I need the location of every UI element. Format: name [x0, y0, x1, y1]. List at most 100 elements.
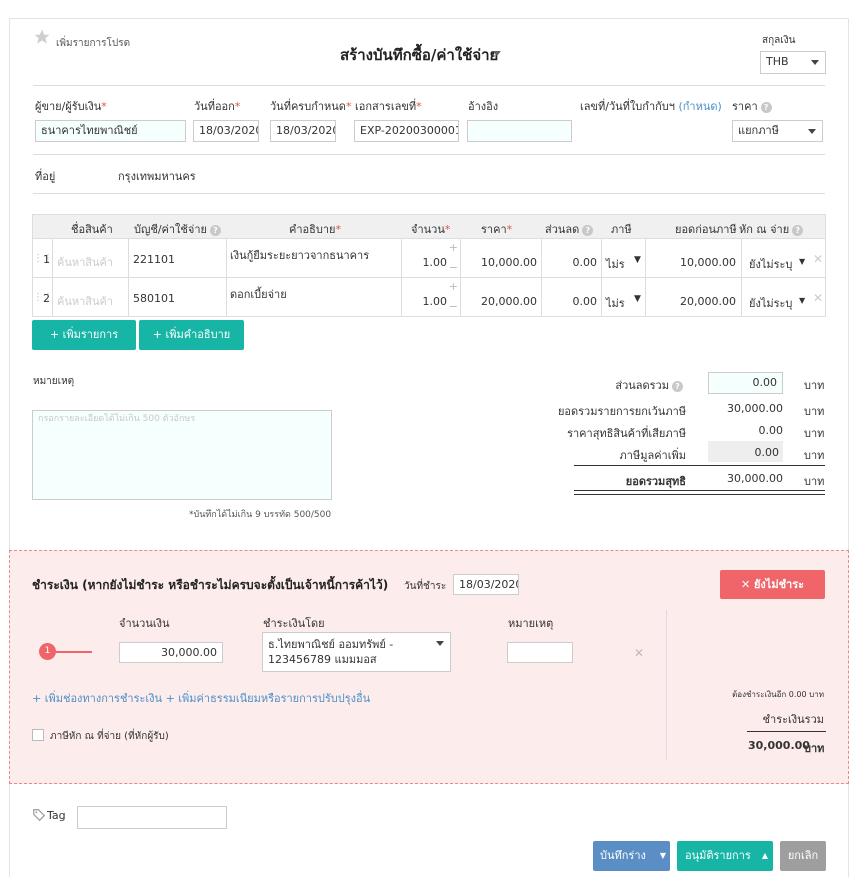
- save-draft-button[interactable]: บันทึกร่าง ▼: [593, 841, 670, 871]
- description-cell[interactable]: เงินกู้ยืมระยะยาวจากธนาคาร: [226, 239, 401, 277]
- payment-divider-vertical: [666, 610, 667, 760]
- vat-value: 0.00: [754, 446, 780, 459]
- add-payment-links[interactable]: + เพิ่มช่องทางการชำระเงิน + เพิ่มค่าธรรม…: [32, 689, 370, 707]
- close-icon: ✕: [740, 578, 754, 591]
- approve-button[interactable]: อนุมัติรายการ ▲: [677, 841, 773, 871]
- account-cell[interactable]: 580101: [128, 278, 226, 316]
- due-date-input[interactable]: 18/03/2020: [270, 120, 336, 142]
- excl-tax-value: 30,000.00: [727, 402, 783, 415]
- page-title: สร้างบันทึกซื้อ/ค่าใช้จ่าย: [340, 46, 499, 64]
- divider: [33, 193, 825, 194]
- currency-value: THB: [766, 55, 789, 68]
- payment-method-select[interactable]: ธ.ไทยพาณิชย์ ออมทรัพย์ - 123456789 แมมมอ…: [262, 632, 451, 672]
- help-icon: ?: [209, 225, 221, 236]
- remove-payment-icon[interactable]: ✕: [634, 646, 644, 660]
- price-cell[interactable]: 10,000.00: [460, 239, 541, 277]
- issue-date-input[interactable]: 18/03/2020: [193, 120, 259, 142]
- price-select[interactable]: แยกภาษี: [732, 120, 823, 142]
- method-line-2: 123456789 แมมมอส: [268, 653, 377, 666]
- net-total-label: ยอดรวมสุทธิ: [625, 475, 686, 488]
- remove-row-icon[interactable]: ✕: [813, 291, 823, 305]
- notes-textarea[interactable]: กรอกรายละเอียดได้ไม่เกิน 500 ตัวอักษร: [32, 410, 332, 500]
- favorite-label[interactable]: เพิ่มรายการโปรด: [56, 36, 130, 51]
- tax-invoice-link[interactable]: (กำหนด): [678, 100, 721, 113]
- divider: [574, 490, 825, 491]
- discount-total-input[interactable]: 0.00: [708, 372, 783, 394]
- wht-value: ยังไม่ระบุ: [749, 297, 793, 310]
- table-row: ⋮⋮ 2 ค้นหาสินค้า 580101 ดอกเบี้ยจ่าย 1.0…: [32, 278, 826, 317]
- vendor-input[interactable]: ธนาคารไทยพาณิชย์: [35, 120, 186, 142]
- wht-checkbox[interactable]: [32, 729, 44, 741]
- wht-cell[interactable]: ยังไม่ระบุ ▼: [741, 278, 811, 316]
- discount-cell[interactable]: 0.00: [541, 278, 601, 316]
- caret-down-icon: ▼: [799, 296, 806, 305]
- plus-icon[interactable]: +: [449, 280, 458, 293]
- help-icon: ?: [672, 381, 683, 392]
- notes-label: หมายเหตุ: [33, 376, 75, 387]
- unpaid-label: ยังไม่ชำระ: [753, 578, 805, 591]
- method-label: ชำระเงินโดย: [263, 617, 325, 630]
- remove-row-icon[interactable]: ✕: [813, 252, 823, 266]
- add-item-button[interactable]: + เพิ่มรายการ: [32, 320, 136, 350]
- help-icon: ?: [582, 225, 594, 236]
- qty-value: 1.00: [422, 256, 448, 269]
- currency-select[interactable]: THB: [760, 51, 826, 74]
- doc-no-input[interactable]: EXP-20200300001: [354, 120, 459, 142]
- product-input[interactable]: ค้นหาสินค้า: [57, 292, 113, 310]
- reference-input[interactable]: [467, 120, 572, 142]
- product-cell[interactable]: ค้นหาสินค้า: [52, 278, 128, 316]
- col-price: ราคา*: [481, 223, 513, 236]
- address-label: ที่อยู่: [35, 170, 56, 183]
- unit-label: บาท: [804, 427, 825, 440]
- wht-cell[interactable]: ยังไม่ระบุ ▼: [741, 239, 811, 277]
- col-description: คำอธิบาย*: [289, 223, 341, 236]
- col-pretax: ยอดก่อนภาษี: [675, 223, 737, 236]
- account-cell[interactable]: 221101: [128, 239, 226, 277]
- product-cell[interactable]: ค้นหาสินค้า: [52, 239, 128, 277]
- payment-date-label: วันที่ชำระ: [404, 581, 447, 592]
- divider: [33, 154, 825, 155]
- due-date-label: วันที่ครบกำหนด*: [270, 100, 352, 113]
- divider: [574, 465, 825, 466]
- cancel-button[interactable]: ยกเลิก: [780, 841, 826, 871]
- payment-row-badge: 1: [39, 643, 56, 660]
- minus-icon[interactable]: −: [449, 261, 458, 274]
- plus-icon[interactable]: +: [449, 241, 458, 254]
- description-cell[interactable]: ดอกเบี้ยจ่าย: [226, 278, 401, 316]
- payment-amount-input[interactable]: 30,000.00: [119, 642, 223, 663]
- tag-icon: [32, 808, 46, 822]
- add-description-button[interactable]: + เพิ่มคำอธิบาย: [139, 320, 244, 350]
- table-row: ⋮⋮ 1 ค้นหาสินค้า 221101 เงินกู้ยืมระยะยา…: [32, 239, 826, 278]
- title-caret-icon[interactable]: [493, 51, 501, 56]
- address-value: กรุงเทพมหานคร: [118, 170, 196, 183]
- tax-value: ไม่ร: [606, 297, 625, 310]
- tax-cell[interactable]: ไม่ร ▼: [601, 278, 645, 316]
- items-table-header: ชื่อสินค้า บัญชี/ค่าใช้จ่าย? คำอธิบาย* จ…: [32, 214, 826, 239]
- unit-label: บาท: [804, 405, 825, 418]
- tax-value: ไม่ร: [606, 258, 625, 271]
- product-input[interactable]: ค้นหาสินค้า: [57, 253, 113, 271]
- discount-cell[interactable]: 0.00: [541, 239, 601, 277]
- qty-cell[interactable]: 1.00 + −: [401, 239, 460, 277]
- unit-label: บาท: [804, 475, 825, 488]
- notes-hint: *บันทึกได้ไม่เกิน 9 บรรทัด 500/500: [189, 510, 332, 520]
- chevron-down-icon: [436, 641, 444, 646]
- price-label: ราคา?: [732, 97, 772, 115]
- star-icon[interactable]: [33, 28, 51, 46]
- wht-value: ยังไม่ระบุ: [749, 258, 793, 271]
- price-cell[interactable]: 20,000.00: [460, 278, 541, 316]
- wht-checkbox-label: ภาษีหัก ณ ที่จ่าย (ที่หักผู้รับ): [50, 731, 169, 742]
- minus-icon[interactable]: −: [449, 300, 458, 313]
- issue-date-label: วันที่ออก*: [194, 100, 241, 113]
- unpaid-button[interactable]: ✕ ยังไม่ชำระ: [720, 570, 825, 599]
- col-wht: หัก ณ จ่าย?: [739, 220, 804, 238]
- qty-cell[interactable]: 1.00 + −: [401, 278, 460, 316]
- payment-notes-input[interactable]: [507, 642, 573, 663]
- tag-input[interactable]: [77, 806, 227, 829]
- account-value: 221101: [133, 253, 175, 266]
- payment-date-input[interactable]: 18/03/2020: [453, 574, 519, 595]
- tax-cell[interactable]: ไม่ร ▼: [601, 239, 645, 277]
- payment-notes-label: หมายเหตุ: [508, 617, 554, 630]
- chevron-down-icon: [808, 129, 816, 134]
- vat-label: ภาษีมูลค่าเพิ่ม: [619, 449, 686, 462]
